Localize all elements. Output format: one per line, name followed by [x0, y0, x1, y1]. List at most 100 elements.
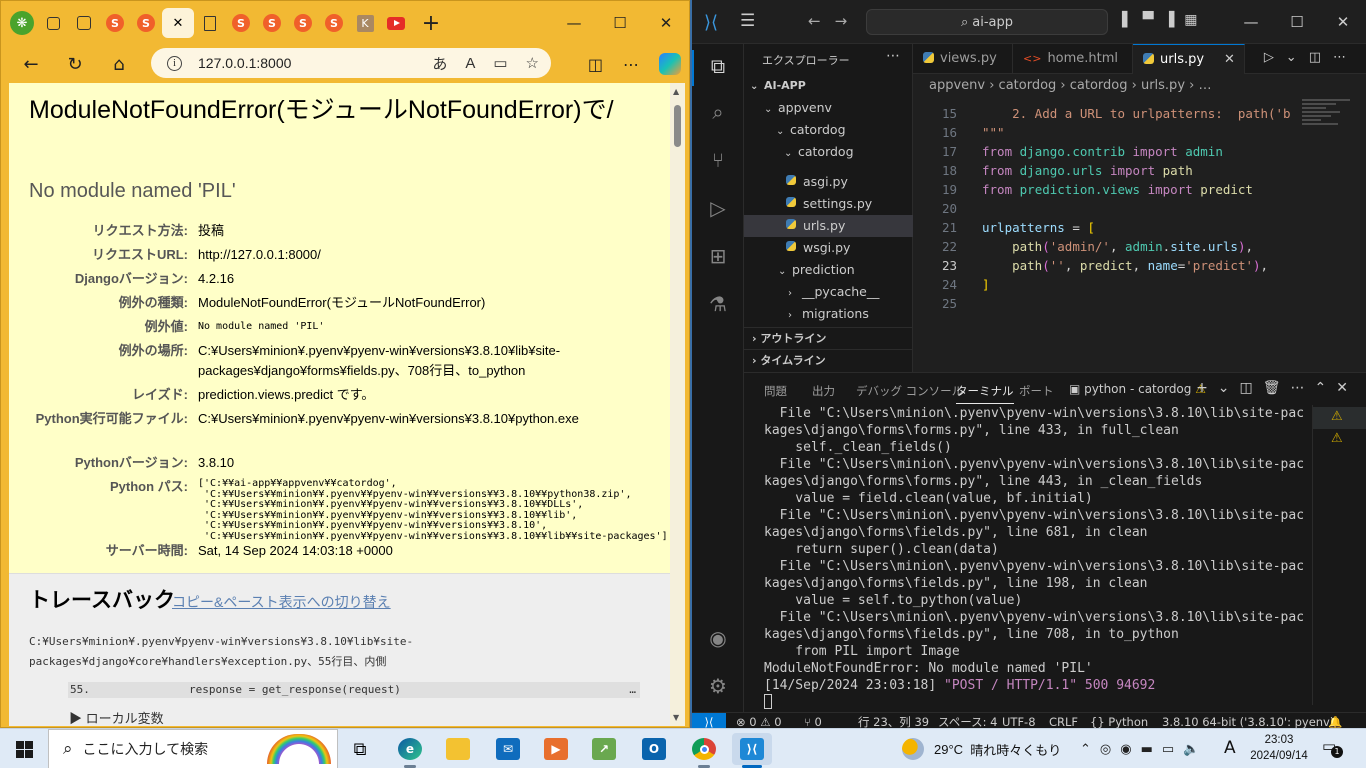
- warning-icon[interactable]: ⚠: [1331, 409, 1343, 424]
- scroll-down-icon[interactable]: ▼: [673, 713, 679, 722]
- minimap[interactable]: [1302, 97, 1350, 157]
- ime-indicator[interactable]: A: [1224, 738, 1236, 758]
- workspaces-button[interactable]: [38, 8, 68, 38]
- more-menu-icon[interactable]: ⋯: [623, 55, 639, 74]
- tree-root[interactable]: ⌄ AI-APP: [744, 75, 913, 97]
- warning-icon[interactable]: ⚠: [1331, 431, 1343, 446]
- clock[interactable]: 23:03 2024/09/14: [1246, 732, 1312, 764]
- timeline-section[interactable]: › タイムライン: [744, 349, 913, 371]
- scroll-up-icon[interactable]: ▲: [673, 87, 679, 96]
- reload-button[interactable]: ↻: [53, 45, 97, 83]
- favorite-star-icon[interactable]: ☆: [526, 54, 539, 72]
- taskbar-chrome[interactable]: [684, 733, 724, 768]
- explorer-more-icon[interactable]: ⋯: [886, 48, 900, 64]
- search-view-icon[interactable]: ⌕: [704, 98, 732, 126]
- tree-file[interactable]: wsgi.py: [744, 237, 913, 259]
- tab-views-py[interactable]: views.py: [913, 44, 1013, 74]
- taskbar-search[interactable]: ⌕ ここに入力して検索: [48, 729, 338, 768]
- tray-app2-icon[interactable]: ▬: [1141, 742, 1153, 757]
- translate-icon[interactable]: あ: [432, 53, 447, 74]
- start-button[interactable]: [0, 729, 48, 768]
- panel-tab-terminal[interactable]: ターミナル: [956, 383, 1014, 404]
- back-button[interactable]: ←: [9, 45, 53, 83]
- browser-tab-active[interactable]: ✕: [162, 8, 194, 38]
- site-info-icon[interactable]: i: [167, 55, 182, 71]
- display-icon[interactable]: ▭: [1162, 742, 1174, 757]
- tree-file-selected[interactable]: urls.py: [744, 215, 913, 237]
- browser-tab[interactable]: S: [319, 8, 349, 38]
- testing-flask-icon[interactable]: ⚗: [704, 290, 732, 318]
- browser-profile-button[interactable]: ❋: [7, 8, 37, 38]
- taskbar-explorer[interactable]: [438, 733, 478, 765]
- hamburger-menu-icon[interactable]: ☰: [740, 11, 755, 31]
- read-aloud-icon[interactable]: A: [465, 55, 475, 72]
- tab-actions-button[interactable]: [69, 8, 99, 38]
- source-control-icon[interactable]: ⑂: [704, 146, 732, 174]
- taskbar-edge[interactable]: e: [390, 733, 430, 768]
- extensions-icon[interactable]: ⊞: [704, 242, 732, 270]
- notification-center-button[interactable]: ▭ 1: [1322, 737, 1344, 759]
- browser-scrollbar[interactable]: ▲ ▼: [670, 83, 685, 726]
- app-available-icon[interactable]: ▭: [493, 54, 507, 72]
- account-icon[interactable]: ◉: [704, 624, 732, 652]
- panel-tab-ports[interactable]: ポート: [1019, 383, 1054, 399]
- vscode-minimize-button[interactable]: —: [1228, 0, 1274, 44]
- terminal-output[interactable]: File "C:\Users\minion\.pyenv\pyenv-win\v…: [764, 405, 1304, 711]
- close-tab-icon[interactable]: ✕: [173, 16, 184, 31]
- panel-tab-output[interactable]: 出力: [812, 383, 835, 399]
- browser-tab[interactable]: [195, 8, 225, 38]
- local-vars-toggle[interactable]: ▶ ローカル変数: [69, 708, 164, 726]
- browser-tab[interactable]: [381, 8, 411, 38]
- nav-arrows[interactable]: ←→: [808, 12, 861, 30]
- tree-folder[interactable]: ⌄ prediction: [744, 259, 913, 281]
- new-tab-button[interactable]: +: [416, 8, 446, 38]
- panel-tab-problems[interactable]: 問題: [764, 383, 787, 399]
- browser-tab[interactable]: S: [100, 8, 130, 38]
- panel-actions[interactable]: +⌄◫🗑⋯⌃✕: [1196, 380, 1358, 396]
- maximize-button[interactable]: ☐: [597, 1, 643, 45]
- explorer-icon[interactable]: ⧉: [704, 52, 732, 80]
- minimize-button[interactable]: —: [551, 1, 597, 45]
- tree-file[interactable]: settings.py: [744, 193, 913, 215]
- tree-folder[interactable]: › migrations: [744, 303, 913, 325]
- browser-tab[interactable]: K: [350, 8, 380, 38]
- show-hidden-icons-icon[interactable]: ⌃: [1080, 742, 1091, 757]
- taskbar-mail[interactable]: ✉: [488, 733, 528, 765]
- taskbar-chart-app[interactable]: ↗: [584, 733, 624, 765]
- tree-folder[interactable]: ⌄ appvenv: [744, 97, 913, 119]
- address-bar[interactable]: i 127.0.0.1:8000 あ A ▭ ☆: [151, 48, 551, 78]
- tab-home-html[interactable]: <> home.html: [1013, 44, 1133, 74]
- expand-context-icon[interactable]: …: [629, 682, 636, 698]
- task-view-button[interactable]: ⧉: [340, 733, 380, 765]
- editor-actions[interactable]: ▷⌄◫⋯: [1264, 50, 1358, 65]
- speaker-icon[interactable]: 🔈: [1183, 742, 1199, 757]
- taskbar-vscode[interactable]: ⟩⟨: [732, 733, 772, 768]
- code-editor[interactable]: 15 2. Add a URL to urlpatterns: path('b 1…: [913, 97, 1366, 372]
- browser-tab[interactable]: S: [131, 8, 161, 38]
- home-button[interactable]: ⌂: [97, 45, 141, 83]
- settings-gear-icon[interactable]: ⚙: [704, 672, 732, 700]
- close-button[interactable]: ✕: [643, 1, 689, 45]
- browser-tab[interactable]: S: [257, 8, 287, 38]
- close-tab-icon[interactable]: ✕: [1224, 52, 1235, 67]
- weather-widget[interactable]: 29°C 晴れ時々くもり: [902, 729, 1061, 768]
- taskbar-media[interactable]: ▶: [536, 733, 576, 765]
- split-screen-icon[interactable]: ◫: [588, 55, 603, 74]
- tray-app-icon[interactable]: ◎: [1100, 742, 1111, 757]
- vscode-close-button[interactable]: ✕: [1320, 0, 1366, 44]
- copilot-icon[interactable]: [659, 53, 681, 75]
- panel-tab-debug-console[interactable]: デバッグ コンソール: [856, 383, 963, 399]
- switch-copy-paste-link[interactable]: コピー&ペースト表示への切り替え: [172, 592, 391, 612]
- browser-tab[interactable]: S: [226, 8, 256, 38]
- tray-network-app-icon[interactable]: ◉: [1120, 742, 1131, 757]
- traceback-context-line[interactable]: 55. response = get_response(request) …: [68, 682, 640, 698]
- outline-section[interactable]: › アウトライン: [744, 327, 913, 349]
- layout-toggle-icons[interactable]: ▌▀▐▦: [1122, 12, 1208, 28]
- tree-file[interactable]: asgi.py: [744, 171, 913, 193]
- tree-folder[interactable]: › __pycache__: [744, 281, 913, 303]
- tree-folder[interactable]: ⌄ catordog: [744, 141, 913, 163]
- terminal-selector[interactable]: ▣ python - catordog ⚠: [1069, 382, 1206, 396]
- vscode-maximize-button[interactable]: ☐: [1274, 0, 1320, 44]
- command-center-search[interactable]: ⌕ ai-app: [866, 9, 1108, 35]
- tab-urls-py[interactable]: urls.py ✕: [1133, 44, 1245, 74]
